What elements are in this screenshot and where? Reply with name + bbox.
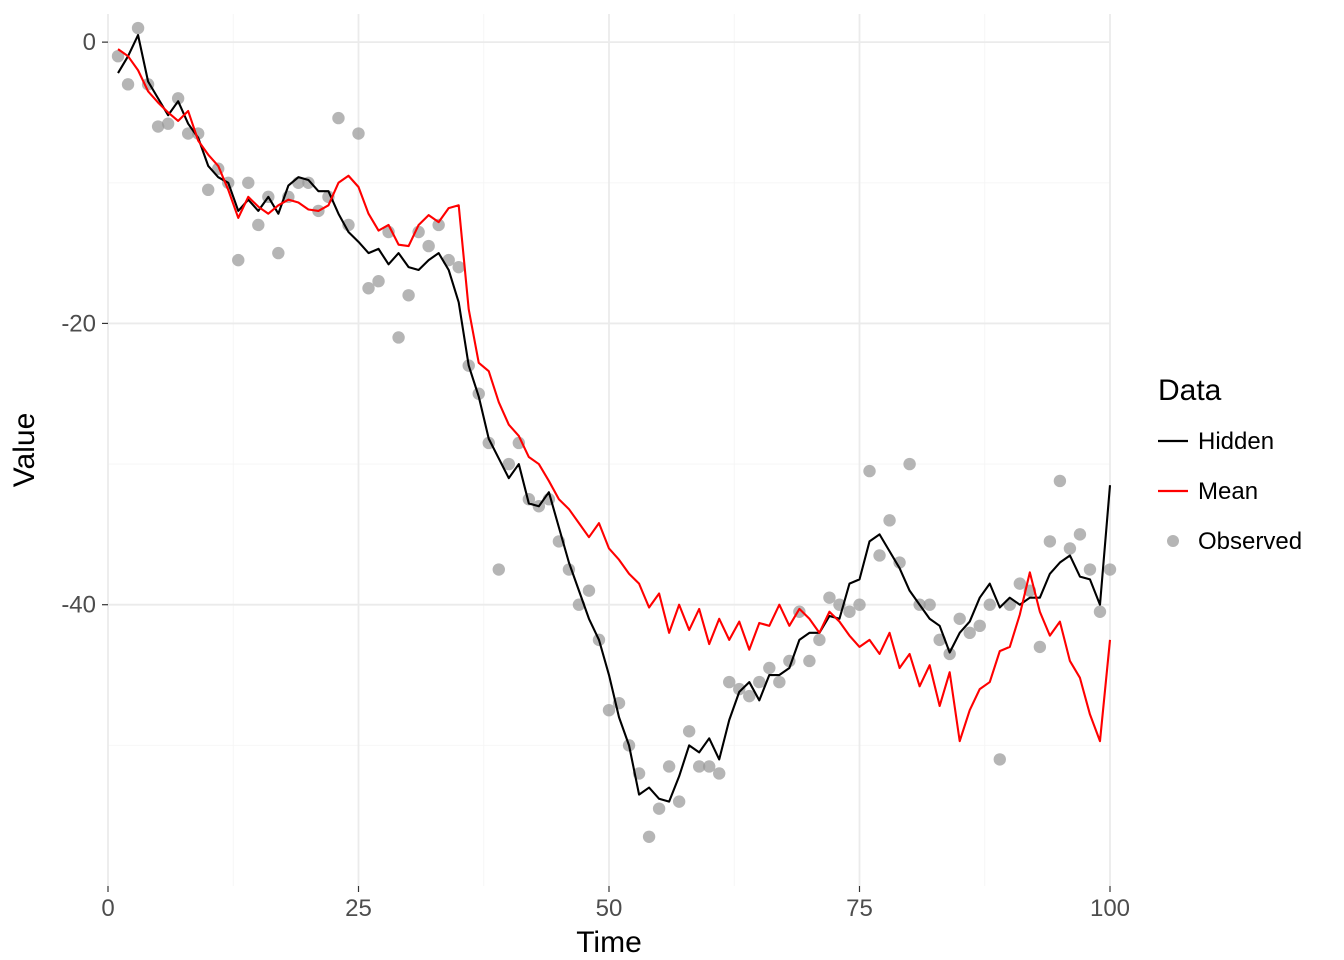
y-tick-label: -40 — [61, 592, 96, 619]
observed-point — [493, 563, 505, 575]
observed-point — [352, 127, 364, 139]
y-tick-label: 0 — [83, 29, 96, 56]
observed-point — [853, 599, 865, 611]
observed-point — [863, 465, 875, 477]
observed-point — [1074, 528, 1086, 540]
legend-key-point — [1167, 535, 1179, 547]
observed-point — [823, 591, 835, 603]
x-tick-label: 75 — [846, 895, 873, 922]
observed-point — [923, 599, 935, 611]
x-tick-label: 100 — [1090, 895, 1130, 922]
observed-point — [202, 184, 214, 196]
observed-point — [643, 831, 655, 843]
legend-label: Mean — [1198, 478, 1258, 505]
chart-svg: 0 25 50 75 100 -40 -20 0 Time Value Data Hidden Mean… — [0, 0, 1344, 960]
observed-point — [252, 219, 264, 231]
legend-label: Observed — [1198, 528, 1302, 555]
observed-point — [713, 767, 725, 779]
observed-point — [974, 620, 986, 632]
observed-point — [763, 662, 775, 674]
x-tick-label: 0 — [101, 895, 114, 922]
observed-point — [1034, 641, 1046, 653]
observed-point — [583, 584, 595, 596]
observed-point — [653, 802, 665, 814]
observed-point — [422, 240, 434, 252]
observed-point — [603, 704, 615, 716]
observed-point — [232, 254, 244, 266]
observed-point — [954, 613, 966, 625]
observed-point — [723, 676, 735, 688]
chart-container: 0 25 50 75 100 -40 -20 0 Time Value Data Hidden Mean… — [0, 0, 1344, 960]
observed-point — [372, 275, 384, 287]
observed-point — [392, 331, 404, 343]
observed-point — [703, 760, 715, 772]
observed-point — [132, 22, 144, 34]
observed-point — [753, 676, 765, 688]
x-tick-label: 25 — [345, 895, 372, 922]
x-axis-title: Time — [576, 926, 642, 959]
observed-point — [1104, 563, 1116, 575]
observed-point — [242, 177, 254, 189]
observed-point — [1094, 606, 1106, 618]
observed-point — [873, 549, 885, 561]
observed-point — [843, 606, 855, 618]
observed-point — [903, 458, 915, 470]
observed-point — [402, 289, 414, 301]
observed-point — [803, 655, 815, 667]
observed-point — [122, 78, 134, 90]
observed-point — [362, 282, 374, 294]
observed-point — [994, 753, 1006, 765]
observed-point — [272, 247, 284, 259]
observed-point — [1054, 475, 1066, 487]
observed-point — [683, 725, 695, 737]
observed-point — [773, 676, 785, 688]
y-tick-label: -20 — [61, 310, 96, 337]
observed-point — [453, 261, 465, 273]
observed-point — [332, 112, 344, 124]
observed-point — [1084, 563, 1096, 575]
x-tick-label: 50 — [596, 895, 623, 922]
observed-point — [984, 599, 996, 611]
observed-point — [813, 634, 825, 646]
y-axis-title: Value — [8, 413, 41, 488]
observed-point — [663, 760, 675, 772]
observed-point — [1014, 577, 1026, 589]
observed-point — [1044, 535, 1056, 547]
observed-point — [162, 118, 174, 130]
legend-title: Data — [1158, 374, 1222, 407]
legend-label: Hidden — [1198, 428, 1274, 455]
observed-point — [1064, 542, 1076, 554]
observed-point — [673, 795, 685, 807]
observed-point — [964, 627, 976, 639]
observed-point — [883, 514, 895, 526]
